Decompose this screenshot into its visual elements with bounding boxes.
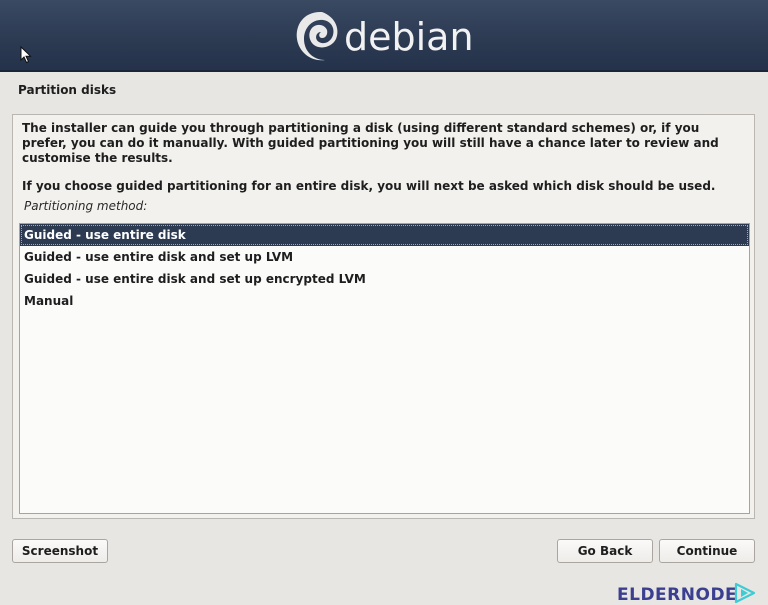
partitioning-method-list[interactable]: Guided - use entire disk Guided - use en… [19,223,756,605]
debian-swirl-icon [296,11,338,61]
debian-logo: debian [292,4,474,68]
description-text-secondary: If you choose guided partitioning for an… [22,179,716,193]
partitioning-method-label: Partitioning method: [24,199,148,213]
page-title: Partition disks [18,83,117,97]
option-guided-entire-disk[interactable]: Guided - use entire disk [20,224,749,246]
screenshot-button[interactable]: Screenshot [12,539,108,563]
option-guided-lvm[interactable]: Guided - use entire disk and set up LVM [20,246,749,268]
logo-wordmark: debian [344,15,474,59]
watermark-text: ELDERNODE [617,585,738,605]
go-back-button[interactable]: Go Back [557,539,653,563]
installer-header: debian [0,0,768,72]
content-panel: The installer can guide you through part… [12,114,756,605]
eldernode-watermark: ELDERNODE [617,582,757,605]
continue-button[interactable]: Continue [659,539,755,563]
option-guided-encrypted-lvm[interactable]: Guided - use entire disk and set up encr… [20,268,749,290]
mouse-pointer-icon [20,45,32,68]
play-arrow-icon [735,582,756,604]
description-text: The installer can guide you through part… [22,121,719,165]
option-manual[interactable]: Manual [20,290,749,312]
